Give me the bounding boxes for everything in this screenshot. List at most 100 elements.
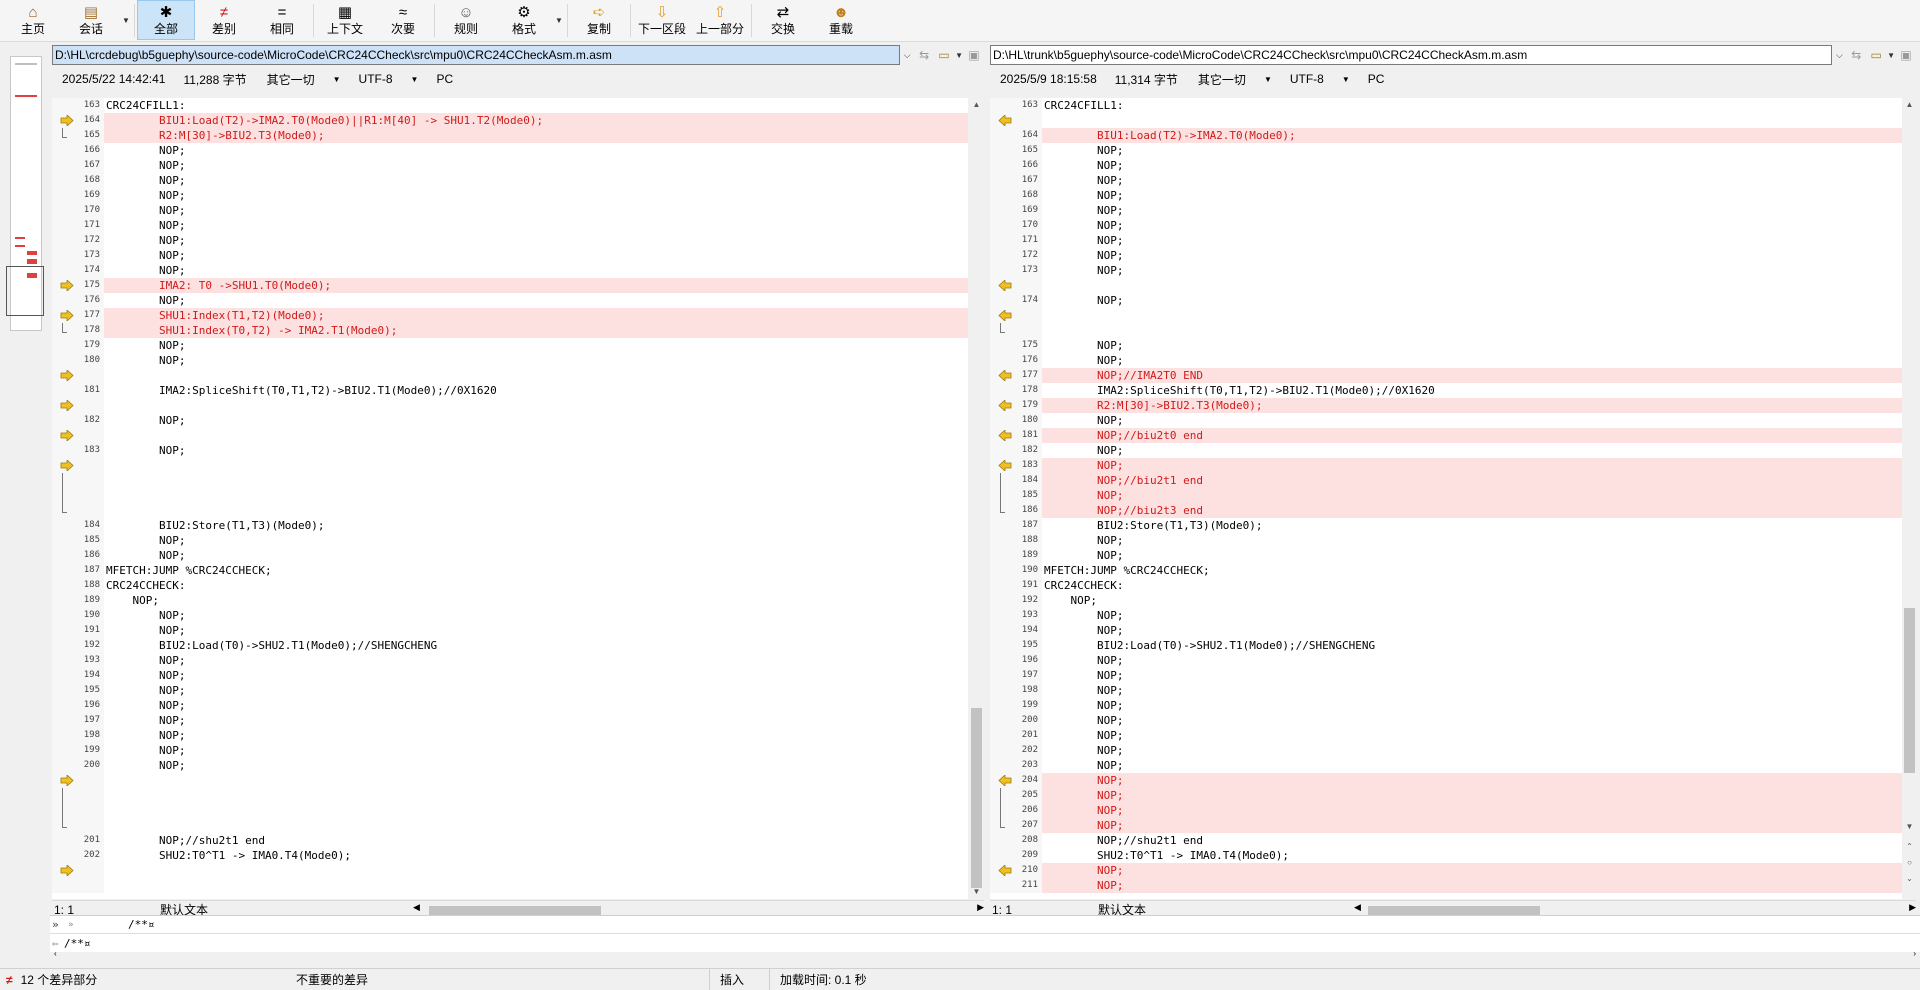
- toolbar-button-0[interactable]: ⌂ 主页: [4, 0, 62, 40]
- home-icon: ⌂: [28, 4, 38, 21]
- left-compare-select[interactable]: 其它一切: [267, 71, 315, 88]
- scroll-left-icon[interactable]: ◀: [413, 902, 420, 913]
- chevron-down-icon[interactable]: ▼: [120, 0, 132, 41]
- code-line: 201 NOP;: [990, 728, 1902, 743]
- current-diff-icon[interactable]: ○: [1902, 856, 1917, 870]
- right-compare-select[interactable]: 其它一切: [1198, 71, 1246, 88]
- scroll-down-icon[interactable]: ▼: [1902, 820, 1917, 834]
- right-encoding-select[interactable]: UTF-8: [1290, 72, 1324, 86]
- left-path-input[interactable]: D:\HL\crcdebug\b5guephy\source-code\Micr…: [52, 45, 901, 65]
- copy-right-arrow-icon[interactable]: [60, 400, 74, 411]
- right-pane: D:\HL\trunk\b5guephy\source-code\MicroCo…: [990, 44, 1917, 918]
- path-dropdown-icon[interactable]: ⌵: [1832, 45, 1846, 65]
- right-code-view[interactable]: 163 CRC24CFILL1: 164 BIU1:Load(T2)->IMA2.T…: [990, 98, 1902, 899]
- line-detail-panel[interactable]: » » /**¤ ⇦ /**¤ ‹ ›: [50, 915, 1920, 961]
- scroll-down-icon[interactable]: ▼: [969, 885, 984, 899]
- copy-right-arrow-icon[interactable]: [60, 775, 74, 786]
- chevron-down-icon[interactable]: ▼: [333, 75, 341, 84]
- path-dropdown-icon[interactable]: ⌵: [900, 45, 914, 65]
- diff-line: 205 NOP;: [990, 788, 1902, 803]
- line-number: 184: [83, 520, 100, 530]
- toolbar-button-label: 相同: [269, 22, 294, 36]
- scroll-up-icon[interactable]: ▲: [969, 98, 984, 112]
- save-icon[interactable]: ▣: [964, 45, 984, 65]
- folder-dropdown-icon[interactable]: ▼: [954, 45, 964, 65]
- next-diff-icon[interactable]: ⌃: [1902, 840, 1917, 854]
- left-encoding-select[interactable]: UTF-8: [359, 72, 393, 86]
- toolbar-button-3[interactable]: ≠ 差别: [195, 0, 253, 40]
- code-line: 182 NOP;: [990, 443, 1902, 458]
- copy-right-arrow-icon[interactable]: [60, 370, 74, 381]
- left-code-view[interactable]: 163 CRC24CFILL1: 164 BIU1:Load(T2)->IMA2.T…: [52, 98, 968, 899]
- code-line: 163 CRC24CFILL1:: [52, 98, 968, 113]
- line-number: 191: [83, 625, 100, 635]
- toolbar-button-2[interactable]: ✱ 全部: [137, 0, 195, 40]
- code-line: 186 NOP;: [52, 548, 968, 563]
- line-text: NOP;: [106, 714, 186, 727]
- copy-right-arrow-icon[interactable]: [60, 865, 74, 876]
- toolbar-button-13[interactable]: ☻ 重载: [812, 0, 870, 40]
- line-text: NOP;: [1044, 414, 1124, 427]
- line-number: 184: [1021, 475, 1038, 485]
- overview-viewport[interactable]: [6, 266, 44, 316]
- scroll-right-icon[interactable]: ›: [1913, 949, 1916, 958]
- chevron-down-icon[interactable]: ▼: [1264, 75, 1272, 84]
- line-text: NOP;: [1042, 863, 1902, 878]
- toolbar-button-8[interactable]: ⚙ 格式: [495, 0, 553, 40]
- toolbar-button-label: 上下文: [326, 22, 363, 36]
- hscroll-thumb[interactable]: [429, 906, 601, 915]
- toolbar-button-6[interactable]: ≈ 次要: [374, 0, 432, 40]
- right-path-input[interactable]: D:\HL\trunk\b5guephy\source-code\MicroCo…: [990, 45, 1833, 65]
- detail-horizontal-scrollbar[interactable]: ‹ ›: [50, 949, 1920, 961]
- code-line: 209 SHU2:T0^T1 -> IMA0.T4(Mode0);: [990, 848, 1902, 863]
- line-text: CRC24CFILL1:: [106, 99, 186, 112]
- line-number: 190: [83, 610, 100, 620]
- scroll-up-icon[interactable]: ▲: [1902, 98, 1917, 112]
- hscroll-thumb[interactable]: [1368, 906, 1540, 915]
- scroll-thumb[interactable]: [971, 708, 982, 888]
- code-line: 193 NOP;: [52, 653, 968, 668]
- line-text: NOP;//biu2t0 end: [1042, 428, 1902, 443]
- line-number: 198: [83, 730, 100, 740]
- code-line: 191 NOP;: [52, 623, 968, 638]
- chevron-down-icon[interactable]: ▼: [553, 0, 565, 41]
- toolbar-button-7[interactable]: ☺ 规则: [437, 0, 495, 40]
- line-text: NOP;: [106, 294, 186, 307]
- prev-diff-icon[interactable]: ⌄: [1902, 872, 1917, 886]
- toolbar-button-12[interactable]: ⇄ 交换: [754, 0, 812, 40]
- line-text: NOP;: [1044, 534, 1124, 547]
- copy-right-arrow-icon[interactable]: [60, 430, 74, 441]
- scroll-right-icon[interactable]: ▶: [1909, 902, 1916, 913]
- code-line: 166 NOP;: [990, 158, 1902, 173]
- diff-line: 204 NOP;: [990, 773, 1902, 788]
- scroll-right-icon[interactable]: ▶: [977, 902, 984, 913]
- line-number: 201: [83, 835, 100, 845]
- chevron-down-icon[interactable]: ▼: [411, 75, 419, 84]
- diff-line: 185 NOP;: [990, 488, 1902, 503]
- toolbar-button-1[interactable]: ▤ 会话: [62, 0, 120, 40]
- toolbar-button-9[interactable]: ➪ 复制: [570, 0, 628, 40]
- toolbar-button-11[interactable]: ⇧ 上一部分: [691, 0, 749, 40]
- diff-overview-map[interactable]: [0, 48, 50, 978]
- copy-left-arrow-icon[interactable]: [998, 280, 1012, 291]
- chevron-down-icon[interactable]: ▼: [1342, 75, 1350, 84]
- open-folder-icon[interactable]: ▭: [1866, 45, 1886, 65]
- folder-dropdown-icon[interactable]: ▼: [1886, 45, 1896, 65]
- toolbar-button-10[interactable]: ⇩ 下一区段: [633, 0, 691, 40]
- copy-left-arrow-icon[interactable]: [998, 115, 1012, 126]
- save-icon[interactable]: ▣: [1896, 45, 1916, 65]
- sync-icon[interactable]: ⇆: [1846, 45, 1866, 65]
- copy-right-arrow-icon[interactable]: [60, 460, 74, 471]
- toolbar-button-5[interactable]: ▦ 上下文: [316, 0, 374, 40]
- scroll-thumb[interactable]: [1904, 608, 1915, 773]
- sync-icon[interactable]: ⇆: [914, 45, 934, 65]
- right-vertical-scrollbar[interactable]: ▲ ▼ ⌃ ○ ⌄: [1902, 98, 1917, 899]
- toolbar-button-4[interactable]: = 相同: [253, 0, 311, 40]
- left-vertical-scrollbar[interactable]: ▲ ▼: [969, 98, 984, 899]
- line-number: 175: [1021, 340, 1038, 350]
- scroll-left-icon[interactable]: ◀: [1354, 902, 1361, 913]
- copy-left-arrow-icon[interactable]: [998, 310, 1012, 321]
- scroll-left-icon[interactable]: ‹: [54, 949, 57, 958]
- code-line: 198 NOP;: [52, 728, 968, 743]
- open-folder-icon[interactable]: ▭: [934, 45, 954, 65]
